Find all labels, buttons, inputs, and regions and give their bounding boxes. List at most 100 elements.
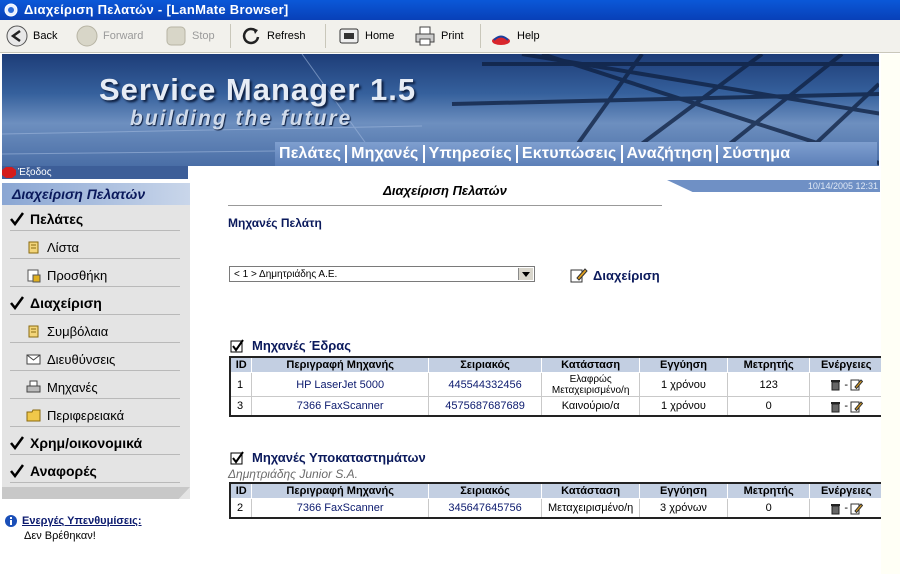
hq-machines-heading: Μηχανές Έδρας (230, 338, 351, 353)
sidebar-item-management[interactable]: Διαχείριση (2, 289, 190, 317)
help-button[interactable]: Help (490, 24, 540, 48)
back-label: Back (33, 30, 58, 42)
sidebar-item-label: Αναφορές (30, 463, 97, 479)
edit-icon (570, 268, 588, 283)
reminders-link[interactable]: Ενεργές Υπενθυμίσεις: (4, 514, 142, 528)
action-separator: - (844, 502, 849, 514)
sidebar-item-customers[interactable]: Πελάτες (2, 205, 190, 233)
nav-machines[interactable]: Μηχανές (347, 145, 422, 163)
sidebar-item-label: Πελάτες (30, 211, 84, 227)
chevron-down-icon (522, 272, 530, 277)
manage-link[interactable]: Διαχείριση (570, 267, 660, 283)
branch-machines-title: Μηχανές Υποκαταστημάτων (252, 450, 426, 465)
main-nav: Πελάτες Μηχανές Υπηρεσίες Εκτυπώσεις Ανα… (275, 142, 877, 166)
col-serial: Σειριακός (427, 482, 543, 499)
cell-actions: - (809, 498, 884, 519)
edit-icon[interactable] (850, 378, 864, 391)
cell-description[interactable]: 7366 FaxScanner (251, 498, 429, 519)
sidebar-item-machines[interactable]: Μηχανές (2, 373, 190, 401)
col-description: Περιγραφή Μηχανής (251, 482, 429, 499)
cell-status: Ελαφρώς Μεταχειρισμένο/η (541, 372, 641, 397)
refresh-button[interactable]: Refresh (240, 24, 306, 48)
browser-icon (4, 3, 18, 17)
printer-icon (26, 380, 41, 392)
back-button[interactable]: Back (6, 24, 57, 48)
scroll-icon (28, 241, 39, 253)
forward-arrow-icon (76, 25, 98, 47)
window-titlebar: Διαχείριση Πελατών - [LanMate Browser] (0, 0, 900, 20)
page-title: Διαχείριση Πελατών (228, 183, 662, 206)
trash-icon[interactable] (829, 378, 842, 391)
col-warranty: Εγγύηση (639, 356, 728, 373)
cell-warranty: 1 χρόνου (639, 396, 728, 417)
cell-status: Καινούριο/α (541, 396, 641, 417)
toolbar-separator (230, 24, 231, 48)
print-button[interactable]: Print (414, 24, 464, 48)
stop-button[interactable]: Stop (165, 24, 215, 48)
stop-label: Stop (192, 30, 215, 42)
exit-label: Έξοδος (18, 167, 52, 178)
sidebar-header: Διαχείριση Πελατών (2, 183, 190, 205)
action-separator: - (844, 378, 849, 391)
sidebar-item-peripherals[interactable]: Περιφερειακά (2, 401, 190, 429)
nav-search[interactable]: Αναζήτηση (623, 145, 717, 163)
checkmark-icon (10, 464, 24, 478)
edit-icon[interactable] (850, 400, 864, 413)
branch-machines-heading: Μηχανές Υποκαταστημάτων (230, 450, 426, 465)
cell-description[interactable]: 7366 FaxScanner (251, 396, 429, 417)
nav-customers[interactable]: Πελάτες (275, 145, 345, 163)
col-serial: Σειριακός (427, 356, 543, 373)
sidebar-item-contracts[interactable]: Συμβόλαια (2, 317, 190, 345)
sidebar-item-label: Χρημ/οικονομικά (30, 435, 143, 451)
col-counter: Μετρητής (726, 356, 811, 373)
col-id: ID (229, 356, 253, 373)
table-row: 2 7366 FaxScanner 345647645756 Μεταχειρι… (229, 498, 884, 519)
checkmark-icon (10, 436, 24, 450)
manage-label: Διαχείριση (593, 267, 660, 283)
add-doc-icon (27, 269, 41, 282)
hq-machines-table: ID Περιγραφή Μηχανής Σειριακός Κατάσταση… (229, 356, 884, 417)
sidebar-item-addresses[interactable]: Διευθύνσεις (2, 345, 190, 373)
nav-printouts[interactable]: Εκτυπώσεις (518, 145, 621, 163)
nav-services[interactable]: Υπηρεσίες (425, 145, 516, 163)
right-margin (881, 54, 900, 574)
cell-status: Μεταχειρισμένο/η (541, 498, 641, 519)
row-actions: - (810, 378, 882, 391)
row-actions: - (810, 400, 882, 413)
sidebar-item-label: Διαχείριση (30, 295, 102, 311)
scroll-icon (28, 325, 39, 337)
forward-button[interactable]: Forward (76, 24, 143, 48)
section-title: Μηχανές Πελάτη (228, 216, 322, 230)
nav-system[interactable]: Σύστημα (718, 145, 794, 163)
trash-icon[interactable] (829, 502, 842, 515)
cell-id: 1 (229, 372, 253, 397)
sidebar-item-list[interactable]: Λίστα (2, 233, 190, 261)
stop-sign-icon (2, 167, 16, 178)
customer-select[interactable]: < 1 > Δημητριάδης Α.Ε. (229, 266, 535, 282)
dropdown-button[interactable] (518, 268, 533, 280)
exit-link[interactable]: Έξοδος (2, 166, 188, 179)
hq-machines-title: Μηχανές Έδρας (252, 338, 352, 353)
reminders-value: Δεν Βρέθηκαν! (24, 530, 96, 542)
edit-icon[interactable] (850, 502, 864, 515)
forward-label: Forward (103, 30, 144, 42)
sidebar-item-add[interactable]: Προσθήκη (2, 261, 190, 289)
home-button[interactable]: Home (338, 24, 394, 48)
cell-warranty: 1 χρόνου (639, 372, 728, 397)
cell-id: 3 (229, 396, 253, 417)
col-status: Κατάσταση (541, 356, 641, 373)
home-icon (339, 28, 359, 44)
cell-counter: 0 (726, 396, 811, 417)
info-icon (5, 515, 17, 527)
col-warranty: Εγγύηση (639, 482, 728, 499)
cell-description[interactable]: HP LaserJet 5000 (251, 372, 429, 397)
trash-icon[interactable] (829, 400, 842, 413)
col-actions: Ενέργειες (809, 482, 884, 499)
reminders-heading: Ενεργές Υπενθυμίσεις: (22, 515, 142, 527)
folder-icon (26, 409, 41, 421)
sidebar-item-label: Διευθύνσεις (47, 351, 116, 367)
sidebar-item-finance[interactable]: Χρημ/οικονομικά (2, 429, 190, 457)
sidebar-item-reports[interactable]: Αναφορές (2, 457, 190, 485)
customer-select-value: < 1 > Δημητριάδης Α.Ε. (234, 269, 338, 280)
checkmark-icon (10, 296, 24, 310)
